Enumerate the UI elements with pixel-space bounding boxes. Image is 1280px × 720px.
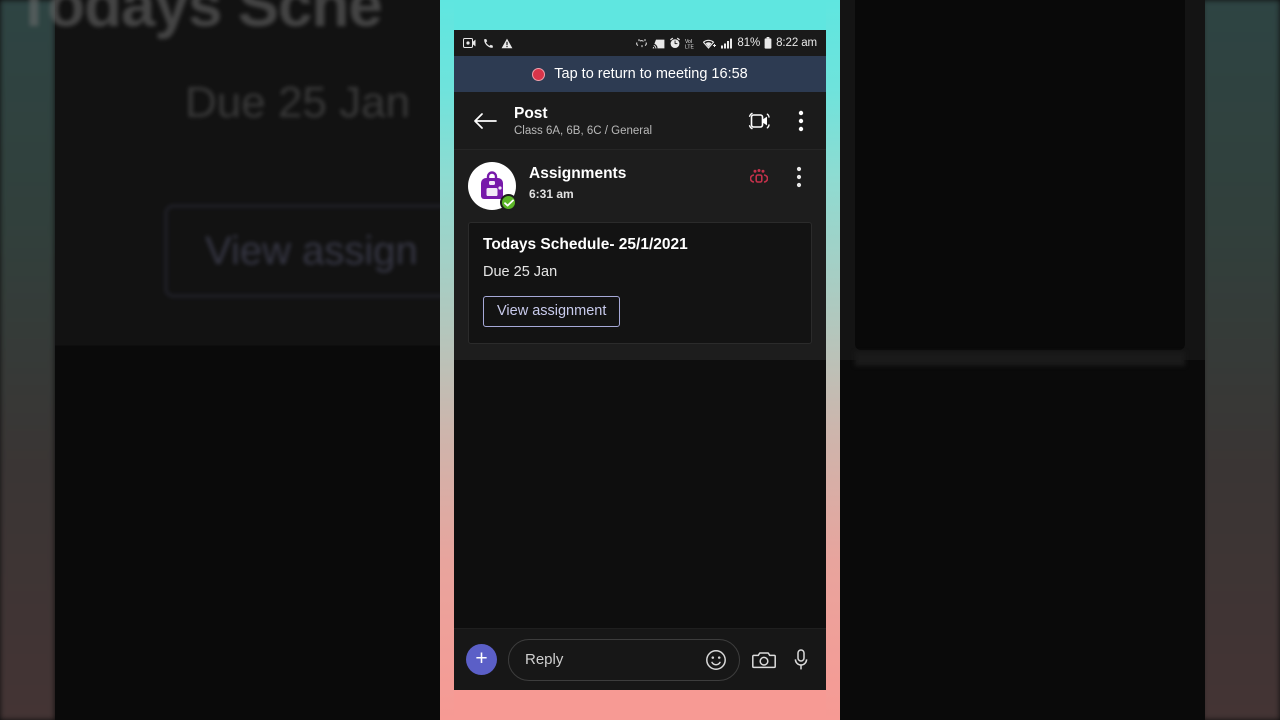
emoji-smiley-icon[interactable] — [705, 649, 727, 671]
data-saver-icon — [635, 38, 648, 49]
microphone-icon[interactable] — [788, 647, 814, 673]
background-right-card — [855, 0, 1185, 350]
message-list-empty-area — [454, 360, 826, 628]
warning-triangle-icon — [501, 38, 513, 49]
post-author: Assignments — [529, 165, 627, 182]
frame-gradient-bottom — [440, 690, 840, 720]
assignment-title: Todays Schedule- 25/1/2021 — [483, 236, 688, 253]
post-timestamp: 6:31 am — [529, 187, 574, 201]
plus-icon[interactable]: + — [466, 644, 497, 675]
post-actions — [746, 162, 812, 190]
back-arrow-icon[interactable] — [468, 104, 502, 138]
assignment-due: Due 25 Jan — [483, 264, 558, 280]
more-vertical-icon[interactable] — [786, 164, 812, 190]
view-assignment-button[interactable]: View assignment — [483, 296, 621, 327]
video-call-icon[interactable] — [746, 108, 772, 134]
team-mention-icon[interactable] — [746, 164, 772, 190]
background-blurred-button: View assign — [165, 205, 455, 297]
wifi-icon — [703, 38, 717, 49]
status-bar-left-icons — [463, 38, 513, 49]
background-blurred-title: Todays Sche — [15, 0, 383, 40]
video-recorder-icon — [463, 38, 476, 48]
reply-placeholder: Reply — [525, 651, 564, 668]
screenshot-stage: Todays Sche Due 25 Jan View assign VoI L… — [0, 0, 1280, 720]
check-badge-icon — [500, 194, 517, 211]
alarm-clock-icon — [669, 37, 681, 49]
background-right-tail — [855, 352, 1185, 366]
assignment-card[interactable]: Todays Schedule- 25/1/2021 Due 25 Jan Vi… — [468, 222, 812, 344]
record-dot-icon — [532, 67, 546, 81]
cast-screen-icon — [652, 38, 665, 49]
phone-call-icon — [483, 38, 494, 49]
background-right-edge — [1202, 0, 1280, 720]
reply-bar: + Reply — [454, 628, 826, 690]
return-to-meeting-label: Tap to return to meeting 16:58 — [554, 66, 748, 82]
frame-gradient-left — [440, 0, 454, 720]
avatar[interactable] — [468, 162, 517, 211]
post-block: Assignments 6:31 am Todays Schedule- 25/… — [454, 150, 826, 360]
app-toolbar: Post Class 6A, 6B, 6C / General — [454, 92, 826, 150]
status-bar: VoI LTE 81% 8:22 am — [454, 30, 826, 56]
status-bar-clock: 8:22 am — [776, 37, 817, 49]
toolbar-titles: Post Class 6A, 6B, 6C / General — [514, 105, 652, 137]
volte-icon: VoI LTE — [685, 38, 699, 49]
breadcrumb: Class 6A, 6B, 6C / General — [514, 124, 653, 137]
svg-text:LTE: LTE — [685, 44, 694, 49]
battery-icon — [764, 37, 772, 49]
camera-icon[interactable] — [751, 647, 777, 673]
post-meta: Assignments 6:31 am — [529, 162, 626, 201]
signal-bars-icon — [721, 38, 733, 49]
background-left-surface: Todays Sche Due 25 Jan View assign — [15, 0, 455, 720]
post-header: Assignments 6:31 am — [468, 162, 812, 211]
status-bar-right-icons: VoI LTE 81% 8:22 am — [635, 37, 817, 49]
reply-input[interactable]: Reply — [508, 638, 740, 681]
frame-gradient-right — [826, 0, 840, 720]
phone-screen: VoI LTE 81% 8:22 am Tap to return to meet… — [454, 30, 826, 690]
battery-percent-label: 81% — [737, 37, 761, 49]
more-vertical-icon[interactable] — [788, 108, 814, 134]
background-blurred-due: Due 25 Jan — [185, 78, 411, 127]
background-left-edge — [0, 0, 55, 720]
page-title: Post — [514, 104, 548, 122]
background-blurred-button-label: View assign — [205, 229, 418, 273]
background-right-panel — [825, 0, 1280, 720]
return-to-meeting-banner[interactable]: Tap to return to meeting 16:58 — [454, 56, 826, 92]
frame-gradient-top — [440, 0, 840, 30]
toolbar-actions — [746, 108, 814, 134]
background-left-panel: Todays Sche Due 25 Jan View assign — [0, 0, 455, 720]
